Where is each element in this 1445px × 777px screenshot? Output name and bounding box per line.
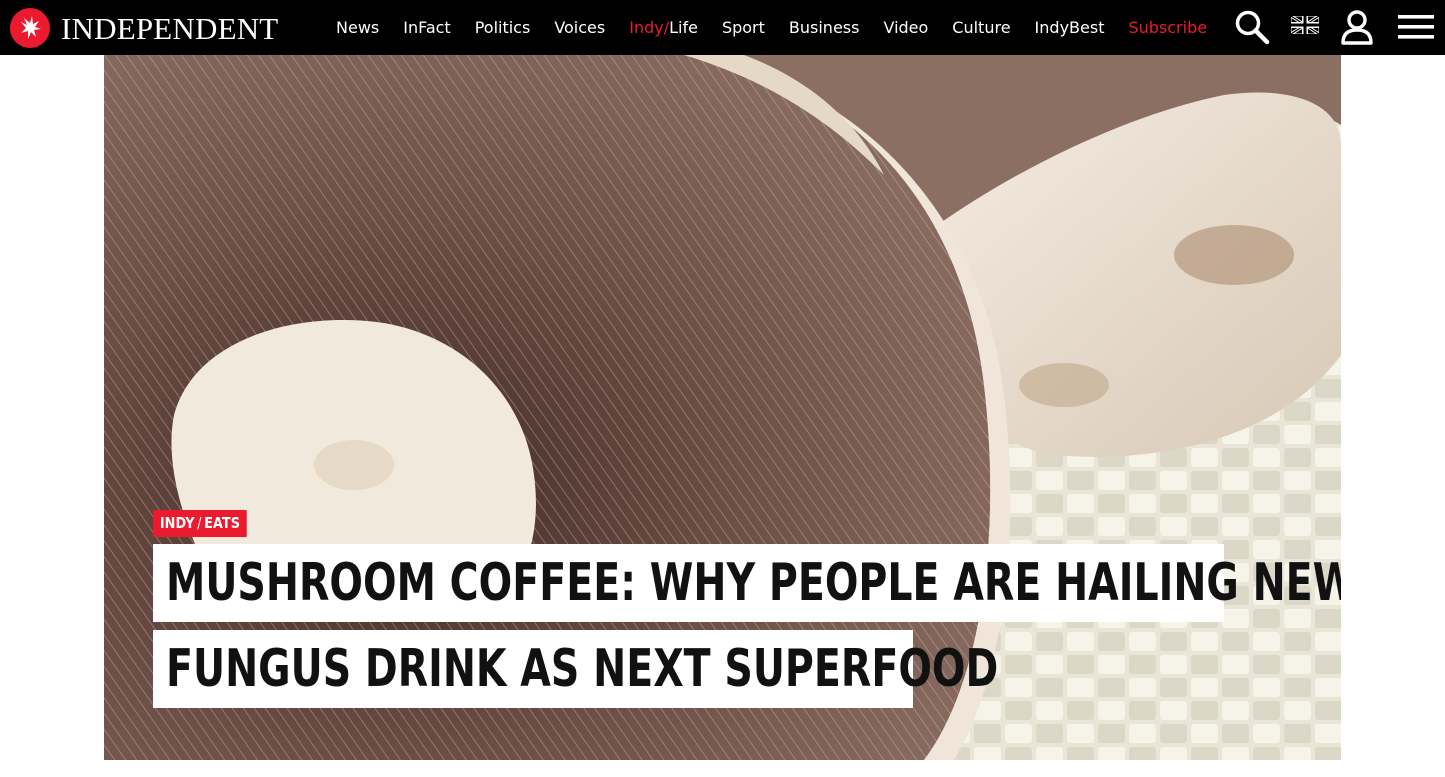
nav-item-indy-life-suffix: Life bbox=[669, 18, 698, 37]
hero-article[interactable]: INDY / EATS MUSHROOM COFFEE: WHY PEOPLE AR… bbox=[104, 55, 1341, 760]
nav-item-news[interactable]: News bbox=[336, 18, 379, 37]
nav-item-indy-life-prefix: Indy/ bbox=[629, 18, 670, 37]
nav-item-politics[interactable]: Politics bbox=[475, 18, 531, 37]
hamburger-menu-icon[interactable] bbox=[1398, 12, 1434, 42]
category-tag-left: INDY bbox=[159, 514, 195, 532]
account-icon[interactable] bbox=[1340, 8, 1374, 46]
search-icon[interactable] bbox=[1233, 8, 1271, 46]
top-navigation-bar: INDEPENDENT News InFact Politics Voices … bbox=[0, 0, 1445, 55]
logo-wordmark: INDEPENDENT bbox=[61, 10, 279, 46]
eagle-icon bbox=[10, 8, 50, 48]
headline-line-1-text: MUSHROOM COFFEE: WHY PEOPLE ARE HAILING … bbox=[166, 553, 1341, 613]
category-tag[interactable]: INDY / EATS bbox=[153, 510, 247, 537]
subscribe-link[interactable]: Subscribe bbox=[1128, 18, 1207, 37]
headline-line-1[interactable]: MUSHROOM COFFEE: WHY PEOPLE ARE HAILING … bbox=[153, 544, 1341, 622]
nav-item-culture[interactable]: Culture bbox=[952, 18, 1010, 37]
uk-flag-icon[interactable] bbox=[1291, 16, 1319, 34]
headline-line-2[interactable]: FUNGUS DRINK AS NEXT SUPERFOOD bbox=[153, 630, 998, 708]
nav-item-indybest[interactable]: IndyBest bbox=[1035, 18, 1105, 37]
nav-item-business[interactable]: Business bbox=[789, 18, 860, 37]
headline-line-2-text: FUNGUS DRINK AS NEXT SUPERFOOD bbox=[166, 639, 999, 699]
category-tag-slash: / bbox=[197, 514, 202, 532]
category-tag-right: EATS bbox=[204, 514, 240, 532]
independent-logo[interactable]: INDEPENDENT bbox=[10, 6, 278, 50]
main-nav: News InFact Politics Voices Indy/Life Sp… bbox=[336, 0, 1207, 55]
nav-item-video[interactable]: Video bbox=[883, 18, 928, 37]
nav-item-indy-life[interactable]: Indy/Life bbox=[629, 18, 698, 37]
nav-item-sport[interactable]: Sport bbox=[722, 18, 765, 37]
nav-item-infact[interactable]: InFact bbox=[403, 18, 450, 37]
nav-item-voices[interactable]: Voices bbox=[554, 18, 605, 37]
